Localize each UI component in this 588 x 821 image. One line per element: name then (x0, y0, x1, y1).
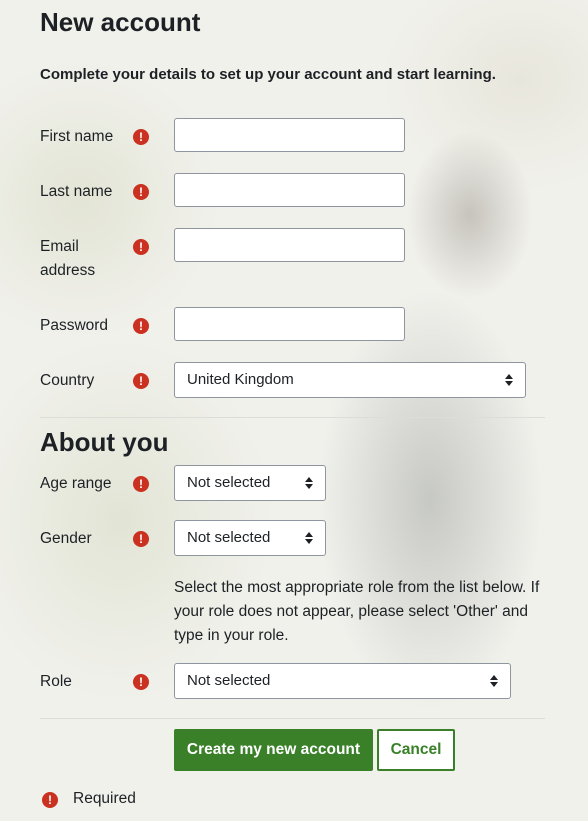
buttons-divider (40, 718, 545, 719)
first-name-label: First name (40, 128, 114, 145)
section-divider (40, 417, 545, 418)
intro-text: Complete your details to set up your acc… (40, 66, 496, 83)
create-account-button[interactable]: Create my new account (174, 729, 373, 771)
section-title-about: About you (40, 427, 169, 457)
gender-select[interactable]: Not selected (174, 520, 326, 556)
gender-select-value: Not selected (187, 529, 271, 546)
role-help-text: Select the most appropriate role from th… (174, 579, 540, 644)
first-name-input[interactable] (174, 118, 405, 152)
gender-label: Gender (40, 530, 92, 547)
age-range-select-value: Not selected (187, 474, 271, 491)
required-icon: ! (133, 531, 149, 547)
country-select[interactable]: United Kingdom (174, 362, 526, 398)
select-arrows-icon (305, 475, 313, 491)
signup-page: New account Complete your details to set… (0, 0, 588, 821)
role-select[interactable]: Not selected (174, 663, 511, 699)
country-select-value: United Kingdom (187, 371, 294, 388)
required-icon: ! (42, 792, 58, 808)
required-legend: Required (73, 790, 136, 807)
age-range-label: Age range (40, 475, 112, 492)
required-icon: ! (133, 184, 149, 200)
page-title: New account (40, 7, 201, 37)
required-icon: ! (133, 239, 149, 255)
last-name-input[interactable] (174, 173, 405, 207)
email-label: Email address (40, 238, 96, 279)
select-arrows-icon (490, 673, 498, 689)
select-arrows-icon (305, 530, 313, 546)
password-input[interactable] (174, 307, 405, 341)
cancel-button[interactable]: Cancel (377, 729, 455, 771)
role-select-value: Not selected (187, 672, 271, 689)
age-range-select[interactable]: Not selected (174, 465, 326, 501)
password-label: Password (40, 317, 109, 334)
role-label: Role (40, 673, 72, 690)
email-input[interactable] (174, 228, 405, 262)
required-icon: ! (133, 129, 149, 145)
required-icon: ! (133, 476, 149, 492)
required-icon: ! (133, 318, 149, 334)
required-icon: ! (133, 373, 149, 389)
required-icon: ! (133, 674, 149, 690)
select-arrows-icon (505, 372, 513, 388)
country-label: Country (40, 372, 95, 389)
last-name-label: Last name (40, 183, 113, 200)
